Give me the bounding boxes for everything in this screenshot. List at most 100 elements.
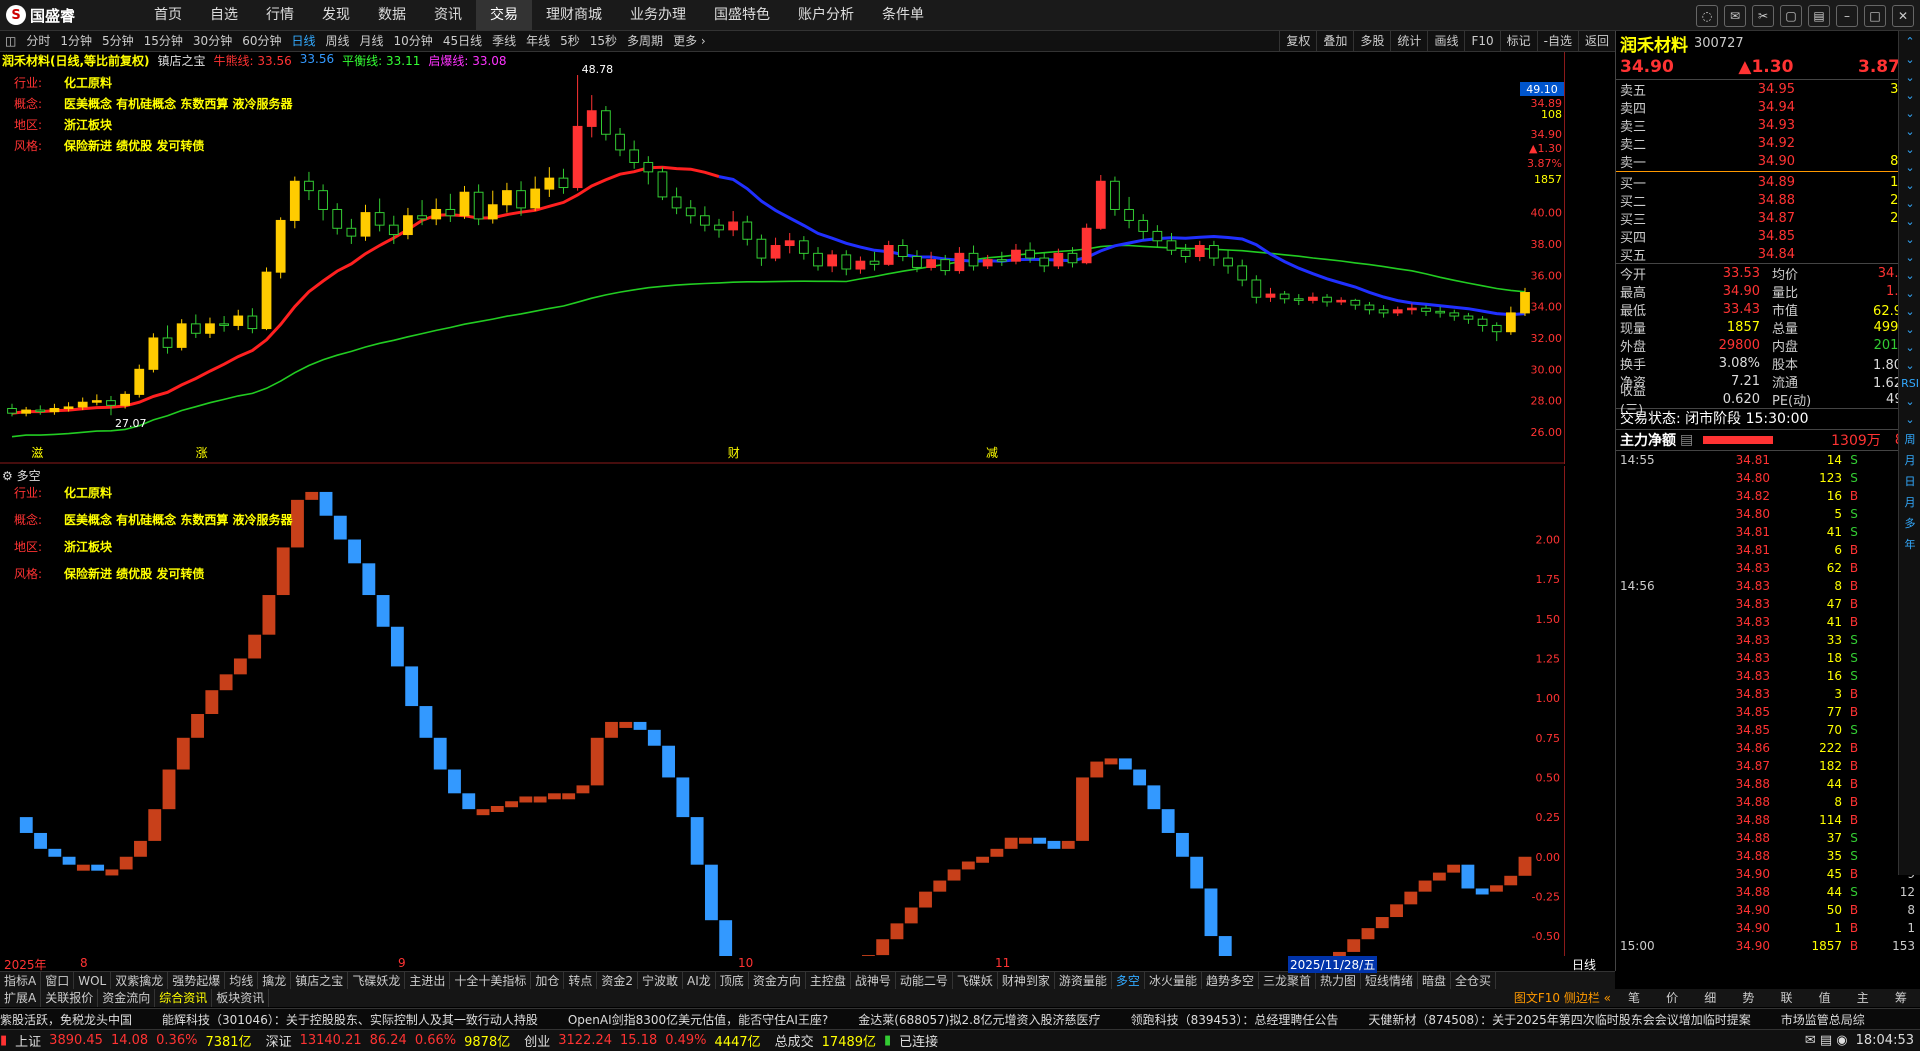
indicator-tab[interactable]: 短线情绪 <box>1361 972 1419 990</box>
menu-item[interactable]: 条件单 <box>868 0 938 30</box>
quote-tab[interactable]: 值 <box>1819 989 1831 1007</box>
period-tab[interactable]: 15秒 <box>585 31 622 51</box>
period-tab[interactable]: 分时 <box>21 31 55 51</box>
candle[interactable] <box>1110 176 1120 216</box>
period-tab[interactable]: 周线 <box>321 31 355 51</box>
indicator-tab[interactable]: 游资量能 <box>1055 972 1112 990</box>
sell-row[interactable]: 卖二34.9249 <box>1616 134 1920 153</box>
skin-icon[interactable]: ▤ <box>1808 5 1830 27</box>
news-item[interactable]: 领跑科技（839453）：总经理聘任公告 <box>1131 1011 1339 1028</box>
chart-tool-button[interactable]: 画线 <box>1427 31 1464 51</box>
side-tab[interactable]: ⌄ <box>1905 161 1914 174</box>
sell-row[interactable]: 卖四34.9481 <box>1616 98 1920 117</box>
menu-item[interactable]: 首页 <box>140 0 196 30</box>
period-tab[interactable]: 5秒 <box>555 31 585 51</box>
user-icon[interactable]: ▢ <box>1780 5 1802 27</box>
buy-row[interactable]: 买五34.8453 <box>1616 245 1920 264</box>
tick-list[interactable]: 14:5534.8114S434.80123S1634.8216B634.805… <box>1616 450 1920 955</box>
side-tab[interactable]: 周 <box>1905 431 1916 447</box>
indicator-tab[interactable]: 顶底 <box>716 972 749 990</box>
side-tab[interactable]: ⌄ <box>1905 143 1914 156</box>
bottom-tab[interactable]: 关联报价 <box>41 989 99 1007</box>
sell-row[interactable]: 卖一34.90885 <box>1616 152 1920 171</box>
sh-label[interactable]: 上证 <box>15 1031 41 1050</box>
menu-item[interactable]: 行情 <box>252 0 308 30</box>
quote-tab[interactable]: 价 <box>1666 989 1678 1007</box>
indicator-tab[interactable]: WOL <box>74 972 112 990</box>
candle[interactable] <box>148 333 159 373</box>
sub-indicator-name[interactable]: 多空 <box>17 469 41 483</box>
quote-tab[interactable]: 主 <box>1857 989 1869 1007</box>
indicator-tab[interactable]: 镇店之宝 <box>291 972 349 990</box>
menu-item[interactable]: 业务办理 <box>616 0 700 30</box>
side-tab[interactable]: 月 <box>1905 494 1916 510</box>
bottom-tab[interactable]: 资金流向 <box>98 989 156 1007</box>
period-tab[interactable]: 60分钟 <box>237 31 286 51</box>
indicator-tab[interactable]: 暗盘 <box>1418 972 1452 990</box>
bottom-tab[interactable]: 扩展A <box>0 989 42 1007</box>
menu-item[interactable]: 自选 <box>196 0 252 30</box>
candle[interactable] <box>289 176 300 229</box>
quote-tab[interactable]: 筹 <box>1895 989 1907 1007</box>
chart-tool-button[interactable]: 多股 <box>1353 31 1390 51</box>
candle[interactable] <box>1095 174 1106 230</box>
menu-item[interactable]: 理财商城 <box>532 0 616 30</box>
side-tab[interactable]: ⌄ <box>1905 197 1914 210</box>
sell-row[interactable]: 卖五34.95321 <box>1616 80 1920 99</box>
app-logo[interactable]: S 国盛睿 <box>6 4 75 26</box>
side-tab[interactable]: 年 <box>1905 536 1916 552</box>
indicator-tab[interactable]: 强势起爆 <box>168 972 226 990</box>
indicator-tab[interactable]: 宁波敢 <box>638 972 684 990</box>
quote-tab[interactable]: 势 <box>1742 989 1754 1007</box>
sell-row[interactable]: 卖三34.935 <box>1616 116 1920 135</box>
indicator-tab[interactable]: 双紫擒龙 <box>111 972 169 990</box>
bottom-tab[interactable]: 板块资讯 <box>212 989 270 1007</box>
indicator-tab[interactable]: 飞碟妖龙 <box>348 972 406 990</box>
expand-icon[interactable]: ▤ <box>1680 432 1693 448</box>
period-tab[interactable]: 10分钟 <box>389 31 438 51</box>
period-tab[interactable]: 月线 <box>355 31 389 51</box>
quote-tab[interactable]: 笔 <box>1628 989 1640 1007</box>
period-tab[interactable]: 15分钟 <box>139 31 188 51</box>
message-icon[interactable]: ✉ <box>1724 5 1746 27</box>
buy-row[interactable]: 买一34.89108 <box>1616 173 1920 192</box>
side-tab[interactable]: ⌄ <box>1905 233 1914 246</box>
side-tab[interactable]: ⌄ <box>1905 341 1914 354</box>
menu-item[interactable]: 交易 <box>476 0 532 30</box>
news-item[interactable]: 金达莱(688057)拟2.8亿元增资入股济慈医疗 <box>858 1011 1100 1028</box>
indicator-tab[interactable]: 战神号 <box>851 972 896 990</box>
indicator-tab[interactable]: 指标A <box>0 972 42 990</box>
side-tab[interactable]: ⌄ <box>1905 89 1914 102</box>
indicator-tab[interactable]: 三龙聚首 <box>1259 972 1316 990</box>
indicator-tab[interactable]: 擒龙 <box>258 972 292 990</box>
indicator-name[interactable]: 镇店之宝 <box>158 52 206 69</box>
side-tab[interactable]: ⌄ <box>1905 323 1914 336</box>
sz-label[interactable]: 深证 <box>266 1031 292 1050</box>
side-tab[interactable]: 月 <box>1905 452 1916 468</box>
status-icons[interactable]: ✉ ▤ ◉ <box>1805 1033 1848 1048</box>
indicator-tab[interactable]: 财神到家 <box>998 972 1055 990</box>
side-tab[interactable]: ⌄ <box>1905 269 1914 282</box>
chart-tool-button[interactable]: F10 <box>1464 31 1499 51</box>
candle[interactable] <box>1081 223 1092 265</box>
indicator-tab[interactable]: 资金2 <box>597 972 639 990</box>
sidebar-toggle[interactable]: 图文F10 侧边栏 « <box>1510 989 1615 1007</box>
side-tab[interactable]: ⌄ <box>1905 251 1914 264</box>
period-tab[interactable]: 5分钟 <box>97 31 139 51</box>
period-tab[interactable]: 季线 <box>487 31 521 51</box>
indicator-tab[interactable]: 资金方向 <box>749 972 806 990</box>
period-tab[interactable]: 更多 › <box>668 31 711 51</box>
chat-icon[interactable]: ◌ <box>1696 5 1718 27</box>
period-tab[interactable]: 30分钟 <box>188 31 237 51</box>
side-tab[interactable]: ⌄ <box>1905 107 1914 120</box>
period-tab[interactable]: 1分钟 <box>55 31 97 51</box>
menu-item[interactable]: 发现 <box>308 0 364 30</box>
indicator-tab[interactable]: 主控盘 <box>806 972 851 990</box>
bottom-tab[interactable]: 综合资讯 <box>155 989 213 1007</box>
news-item[interactable]: OpenAI剑指8300亿美元估值，能否守住AI王座? <box>568 1011 828 1028</box>
layout-icon[interactable]: ◫ <box>0 31 21 51</box>
candle[interactable] <box>1520 287 1530 317</box>
news-ticker[interactable]: 紫股活跃，免税龙头中国 能辉科技（301046）：关于控股股东、实际控制人及其一致… <box>0 1008 1920 1029</box>
indicator-tab[interactable]: 飞碟妖 <box>953 972 998 990</box>
period-tab[interactable]: 日线 <box>286 31 320 51</box>
